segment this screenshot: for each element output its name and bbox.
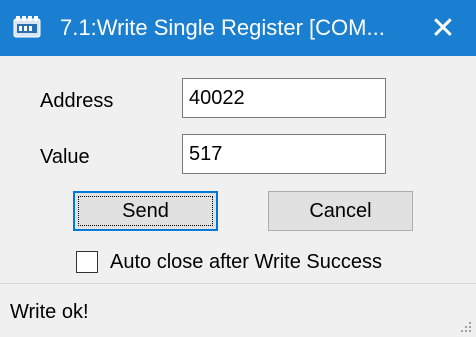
auto-close-label[interactable]: Auto close after Write Success <box>110 250 382 274</box>
address-input[interactable]: 40022 <box>182 78 386 118</box>
status-text: Write ok! <box>10 301 89 323</box>
value-label: Value <box>40 146 90 168</box>
app-icon <box>13 16 41 38</box>
status-bar: Write ok! <box>0 283 476 337</box>
close-button[interactable]: ✕ <box>410 0 476 56</box>
write-single-register-dialog: 7.1:Write Single Register [COM... ✕ Addr… <box>0 0 476 337</box>
dialog-body: Address 40022 Value 517 Send Cancel Auto… <box>0 56 476 283</box>
window-title: 7.1:Write Single Register [COM... <box>60 15 385 40</box>
resize-grip-icon[interactable] <box>460 321 472 333</box>
focus-ring <box>78 196 213 226</box>
close-icon: ✕ <box>430 11 456 45</box>
cancel-button[interactable]: Cancel <box>268 191 413 231</box>
address-value: 40022 <box>189 87 245 109</box>
value-value: 517 <box>189 143 223 165</box>
value-input[interactable]: 517 <box>182 134 386 174</box>
auto-close-checkbox[interactable] <box>76 251 98 273</box>
send-button[interactable]: Send <box>73 191 218 231</box>
cancel-button-label: Cancel <box>309 199 372 222</box>
title-bar[interactable]: 7.1:Write Single Register [COM... ✕ <box>0 0 476 56</box>
address-label: Address <box>40 90 114 112</box>
